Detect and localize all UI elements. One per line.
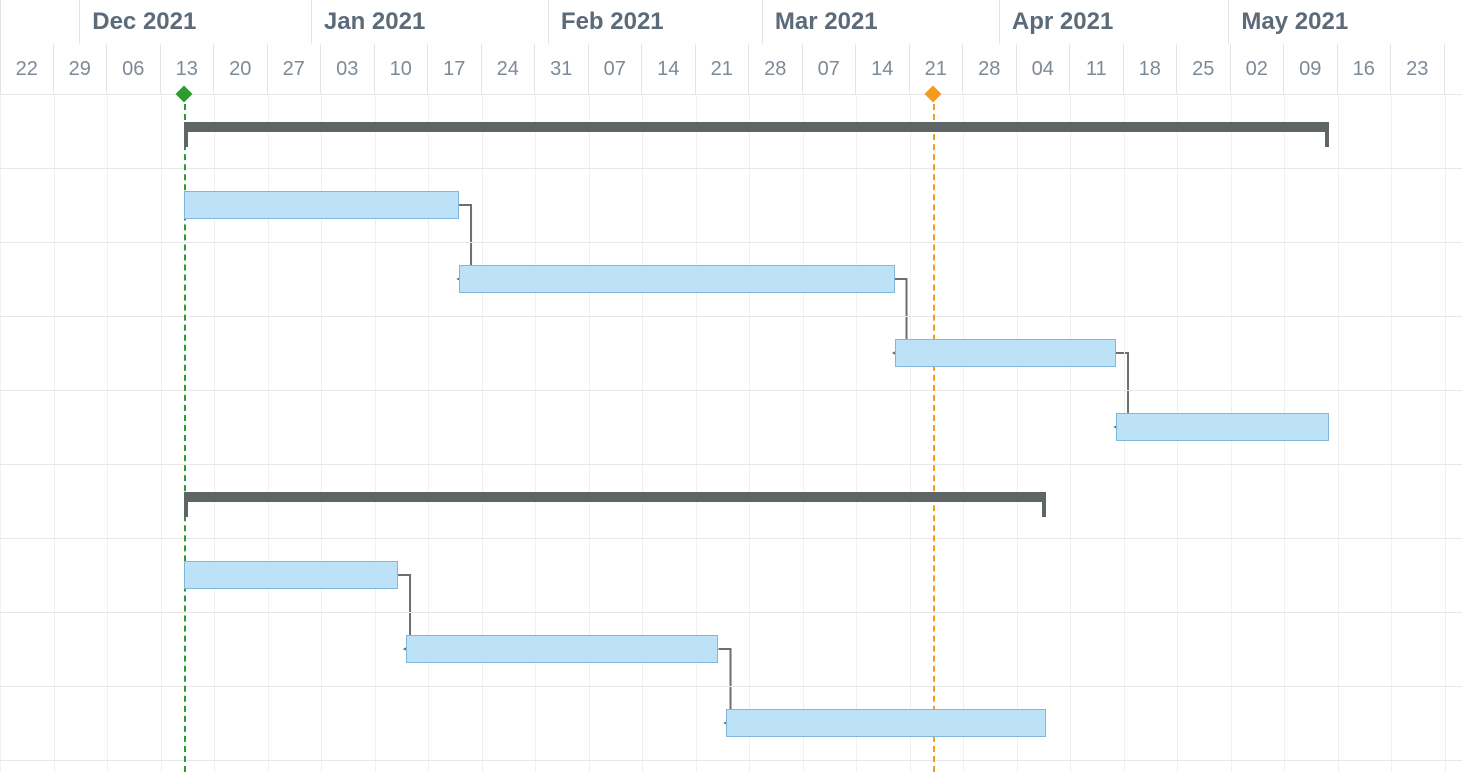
day-cell: 22 (0, 44, 54, 94)
grid-col-line (1338, 94, 1339, 772)
day-cell: 07 (589, 44, 643, 94)
month-cell: Mar 2021 (763, 0, 1000, 44)
grid-col-line (1017, 94, 1018, 772)
grid-col-line (1070, 94, 1071, 772)
orange-marker-line (933, 94, 935, 772)
grid-col-line (535, 94, 536, 772)
day-cell: 28 (963, 44, 1017, 94)
grid-row-line (0, 316, 1462, 317)
day-cell: 24 (482, 44, 536, 94)
summary-bar[interactable] (184, 122, 1329, 132)
grid-row-line (0, 612, 1462, 613)
grid-row-line (0, 760, 1462, 761)
grid-row-line (0, 464, 1462, 465)
task-bar[interactable] (184, 561, 398, 589)
gantt-body[interactable] (0, 94, 1462, 772)
day-cell: 03 (321, 44, 375, 94)
month-cell: May 2021 (1229, 0, 1462, 44)
day-cell: 04 (1017, 44, 1071, 94)
day-cell: 21 (910, 44, 964, 94)
task-bar[interactable] (406, 635, 719, 663)
timeline-days-header: 2229061320270310172431071421280714212804… (0, 44, 1462, 94)
day-cell: 10 (375, 44, 429, 94)
month-cell: Feb 2021 (549, 0, 763, 44)
grid-col-line (963, 94, 964, 772)
day-cell: 02 (1231, 44, 1285, 94)
grid-row-line (0, 390, 1462, 391)
grid-col-line (107, 94, 108, 772)
grid-col-line (696, 94, 697, 772)
task-bar[interactable] (1116, 413, 1329, 441)
day-cell: 21 (696, 44, 750, 94)
month-cell-stub (0, 0, 80, 44)
grid-col-line (1445, 94, 1446, 772)
grid-col-line (482, 94, 483, 772)
grid-col-line (910, 94, 911, 772)
month-cell: Dec 2021 (80, 0, 312, 44)
day-cell: 14 (856, 44, 910, 94)
task-bar[interactable] (459, 265, 894, 293)
timeline-months-header: Dec 2021Jan 2021Feb 2021Mar 2021Apr 2021… (0, 0, 1462, 44)
day-cell: 06 (107, 44, 161, 94)
day-cell: 23 (1391, 44, 1445, 94)
grid-row-line (0, 538, 1462, 539)
task-bar[interactable] (184, 191, 459, 219)
day-cell: 31 (535, 44, 589, 94)
day-cell: 28 (749, 44, 803, 94)
grid-row-line (0, 686, 1462, 687)
month-cell: Apr 2021 (1000, 0, 1230, 44)
grid-col-line (161, 94, 162, 772)
task-bar[interactable] (895, 339, 1116, 367)
day-cell: 07 (803, 44, 857, 94)
summary-bar[interactable] (184, 492, 1046, 502)
grid-col-line (0, 94, 1, 772)
grid-col-line (803, 94, 804, 772)
day-cell: 14 (642, 44, 696, 94)
day-cell: 27 (268, 44, 322, 94)
grid-col-line (1391, 94, 1392, 772)
gantt-chart[interactable]: Dec 2021Jan 2021Feb 2021Mar 2021Apr 2021… (0, 0, 1462, 772)
grid-row-line (0, 94, 1462, 95)
day-cell: 20 (214, 44, 268, 94)
task-bar[interactable] (726, 709, 1046, 737)
grid-row-line (0, 168, 1462, 169)
day-cell: 13 (161, 44, 215, 94)
day-cell: 29 (54, 44, 108, 94)
grid-col-line (589, 94, 590, 772)
day-cell: 16 (1338, 44, 1392, 94)
day-cell: 09 (1284, 44, 1338, 94)
day-cell: 25 (1177, 44, 1231, 94)
day-cell: 18 (1124, 44, 1178, 94)
month-cell: Jan 2021 (312, 0, 549, 44)
grid-row-line (0, 242, 1462, 243)
day-cell: 17 (428, 44, 482, 94)
grid-col-line (54, 94, 55, 772)
grid-col-line (642, 94, 643, 772)
grid-col-line (749, 94, 750, 772)
grid-col-line (856, 94, 857, 772)
day-cell: 11 (1070, 44, 1124, 94)
